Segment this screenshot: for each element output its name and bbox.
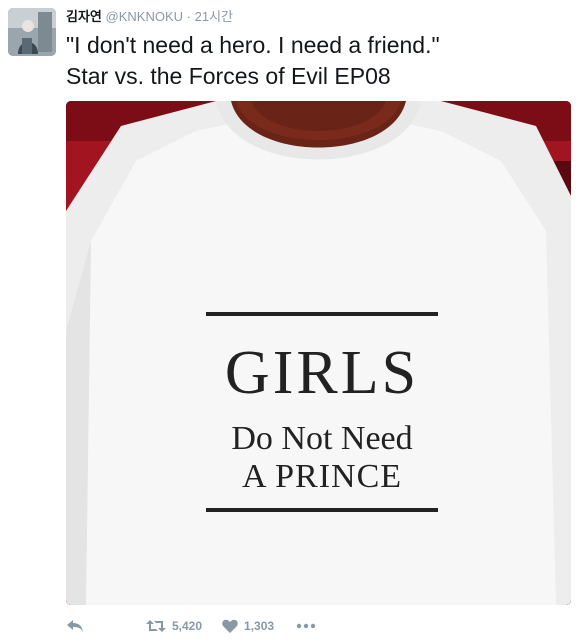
shirt-text-do-not-need: Do Not Need	[231, 420, 412, 457]
author-name[interactable]: 김자연	[66, 9, 102, 24]
shirt-text-a-prince: A PRINCE	[242, 458, 402, 495]
retweet-count: 5,420	[172, 619, 203, 633]
author-handle[interactable]: @KNKNOKU	[106, 9, 184, 24]
timestamp[interactable]: 21시간	[195, 9, 233, 24]
avatar[interactable]	[8, 8, 56, 56]
like-count: 1,303	[244, 619, 275, 633]
avatar-image	[8, 8, 56, 56]
tweet-text-line-2: Star vs. the Forces of Evil EP08	[66, 63, 391, 89]
like-button[interactable]: 1,303	[222, 619, 274, 633]
tweet-text-line-1: "I don't need a hero. I need a friend."	[66, 32, 440, 58]
shirt-text-girls: GIRLS	[225, 339, 419, 407]
heart-icon	[222, 619, 238, 633]
reply-button[interactable]	[66, 619, 84, 633]
tweet-text: "I don't need a hero. I need a friend." …	[66, 30, 566, 92]
more-icon	[296, 623, 316, 629]
more-button[interactable]	[296, 623, 316, 629]
retweet-icon	[146, 620, 166, 632]
tweet-header: 김자연 @KNKNOKU · 21시간	[66, 9, 233, 25]
tweet-actions: 5,420 1,303	[66, 616, 316, 636]
shirt-photo: GIRLS Do Not Need A PRINCE	[66, 101, 571, 605]
tweet-photo[interactable]: GIRLS Do Not Need A PRINCE	[66, 101, 571, 605]
retweet-button[interactable]: 5,420	[146, 619, 202, 633]
separator-dot: ·	[186, 9, 191, 24]
reply-icon	[67, 620, 83, 632]
